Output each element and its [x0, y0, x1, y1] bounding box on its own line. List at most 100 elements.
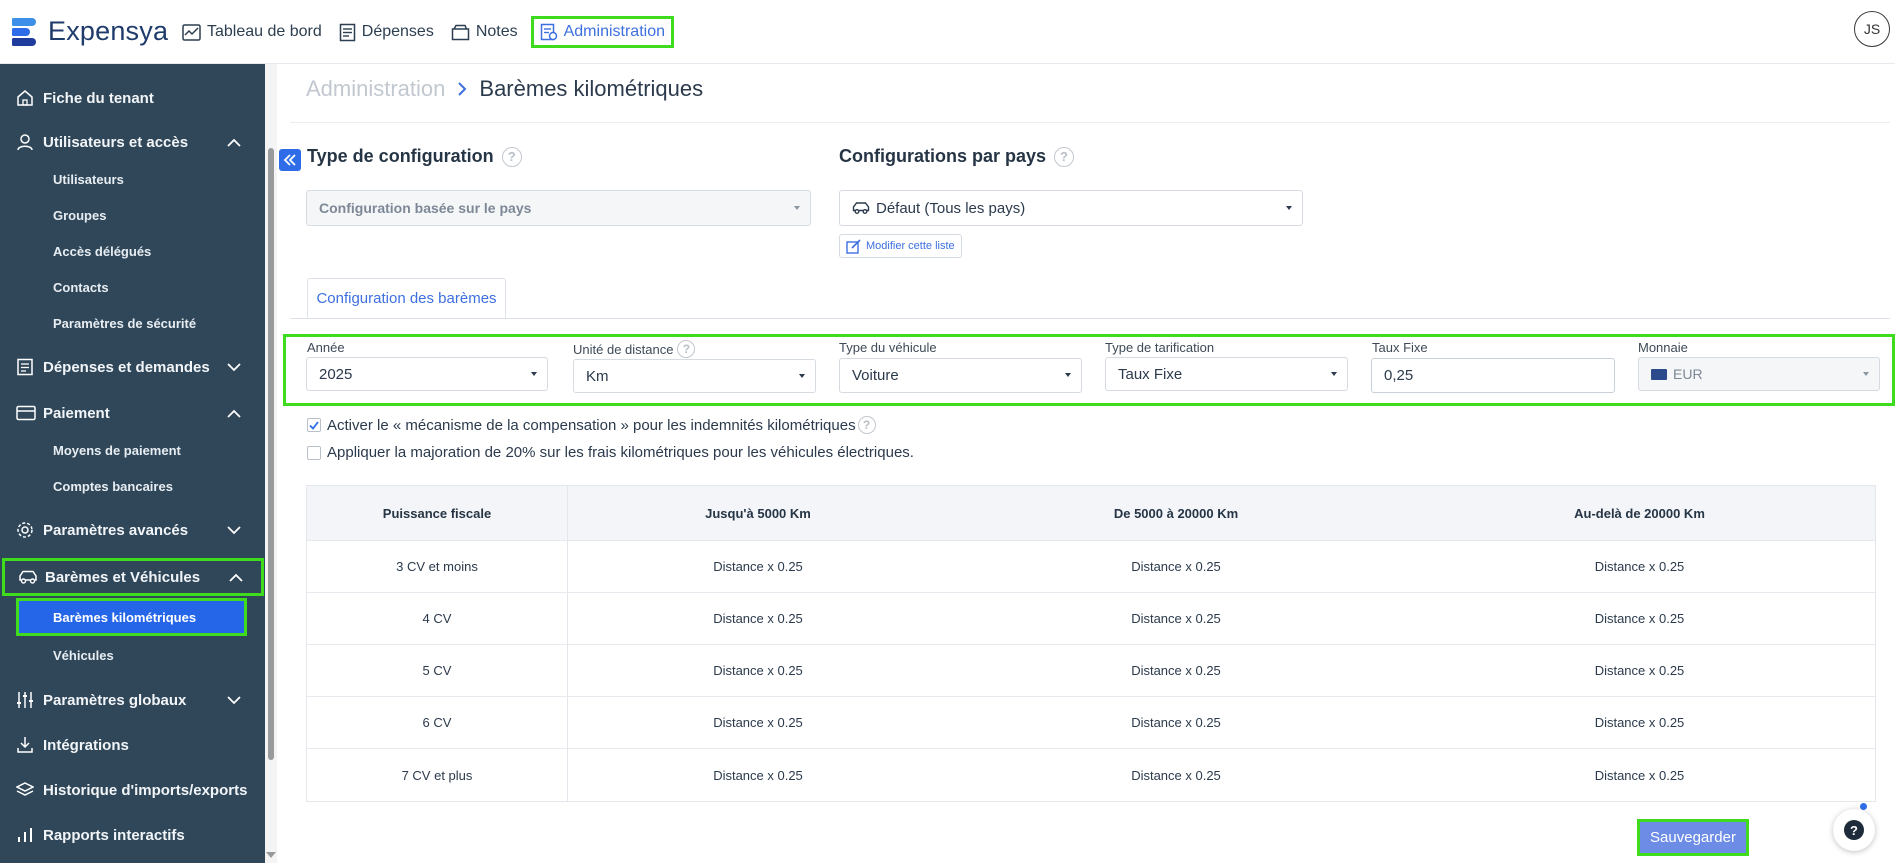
sidebar-item-label: Utilisateurs et accès — [43, 133, 189, 151]
save-button[interactable]: Sauvegarder — [1637, 819, 1749, 856]
table-cell[interactable]: Distance x 0.25 — [568, 541, 948, 592]
table-row[interactable]: 5 CV Distance x 0.25 Distance x 0.25 Dis… — [307, 645, 1875, 697]
country-config-select[interactable]: Défaut (Tous les pays) — [839, 190, 1303, 226]
table-cell: 5 CV — [307, 645, 568, 696]
help-icon[interactable]: ? — [501, 146, 522, 167]
electric-markup-checkbox[interactable] — [307, 445, 321, 460]
help-icon[interactable]: ? — [1054, 146, 1075, 167]
sidebar-subitem-payment-methods[interactable]: Moyens de paiement — [53, 443, 181, 458]
caret-down-icon — [1863, 372, 1869, 376]
tab-rates-configuration[interactable]: Configuration des barèmes — [307, 278, 506, 318]
sidebar-subitem-delegated-access[interactable]: Accès délégués — [53, 244, 151, 259]
sidebar-subitem-mileage-rates[interactable]: Barèmes kilométriques — [16, 598, 247, 636]
breadcrumb-parent[interactable]: Administration — [306, 76, 445, 102]
pricing-type-select[interactable]: Taux Fixe — [1105, 357, 1348, 391]
top-nav: Tableau de bord Dépenses Notes Administr… — [178, 16, 683, 48]
config-type-title: Type de configuration ? — [307, 146, 522, 167]
app-logo[interactable]: Expensya — [12, 14, 168, 48]
nav-dashboard[interactable]: Tableau de bord — [178, 16, 326, 48]
nav-expenses[interactable]: Dépenses — [335, 16, 438, 48]
table-cell[interactable]: Distance x 0.25 — [568, 645, 948, 696]
sidebar-scrollbar-thumb[interactable] — [268, 148, 274, 760]
currency-select[interactable]: EUR — [1638, 357, 1880, 391]
table-cell[interactable]: Distance x 0.25 — [948, 697, 1404, 748]
help-button[interactable]: ? — [1833, 809, 1875, 851]
nav-administration-label: Administration — [563, 23, 665, 40]
vehicle-type-value: Voiture — [852, 367, 899, 384]
chevron-right-icon — [458, 82, 467, 96]
mileage-rates-table: Puissance fiscale Jusqu'à 5000 Km De 500… — [306, 485, 1876, 802]
table-header-row: Puissance fiscale Jusqu'à 5000 Km De 500… — [307, 486, 1875, 541]
table-cell[interactable]: Distance x 0.25 — [948, 541, 1404, 592]
sidebar-item-global-settings[interactable]: Paramètres globaux — [0, 682, 265, 718]
table-row[interactable]: 3 CV et moins Distance x 0.25 Distance x… — [307, 541, 1875, 593]
notification-dot — [1860, 803, 1867, 810]
help-icon[interactable]: ? — [677, 340, 696, 358]
sliders-icon — [17, 692, 33, 708]
fixed-rate-input[interactable]: 0,25 — [1371, 358, 1615, 393]
modify-list-label: Modifier cette liste — [866, 240, 955, 252]
sidebar-item-label: Dépenses et demandes — [43, 358, 210, 376]
sidebar-item-rates-vehicles[interactable]: Barèmes et Véhicules — [2, 558, 264, 596]
table-cell[interactable]: Distance x 0.25 — [1404, 645, 1875, 696]
download-icon — [17, 737, 33, 753]
home-icon — [17, 90, 33, 106]
pricing-type-value: Taux Fixe — [1118, 365, 1183, 383]
nav-notes[interactable]: Notes — [447, 16, 522, 48]
sidebar-subitem-bank-accounts[interactable]: Comptes bancaires — [53, 479, 173, 494]
table-cell[interactable]: Distance x 0.25 — [948, 645, 1404, 696]
distance-unit-select[interactable]: Km — [573, 359, 816, 393]
vehicle-type-select[interactable]: Voiture — [839, 358, 1082, 393]
modify-list-button[interactable]: Modifier cette liste — [839, 234, 962, 258]
table-cell: 3 CV et moins — [307, 541, 568, 592]
sidebar-item-tenant[interactable]: Fiche du tenant — [0, 80, 265, 116]
caret-down-icon — [1331, 372, 1337, 376]
table-row[interactable]: 7 CV et plus Distance x 0.25 Distance x … — [307, 749, 1875, 801]
logo-mark-icon — [12, 14, 40, 48]
year-select[interactable]: 2025 — [306, 357, 548, 391]
sidebar-subitem-vehicles[interactable]: Véhicules — [53, 648, 114, 663]
sidebar-item-integrations[interactable]: Intégrations — [0, 727, 265, 763]
layers-icon — [16, 782, 34, 796]
sidebar-subitem-security[interactable]: Paramètres de sécurité — [53, 316, 196, 331]
compensation-checkbox[interactable] — [307, 418, 321, 432]
table-cell[interactable]: Distance x 0.25 — [1404, 541, 1875, 592]
table-header-cell: Au-delà de 20000 Km — [1574, 505, 1705, 521]
distance-unit-value: Km — [586, 367, 609, 385]
header-divider — [290, 122, 1890, 123]
nav-administration[interactable]: Administration — [530, 16, 674, 48]
table-cell[interactable]: Distance x 0.25 — [948, 593, 1404, 644]
table-cell[interactable]: Distance x 0.25 — [568, 749, 948, 801]
sidebar-subitem-users[interactable]: Utilisateurs — [53, 172, 124, 187]
table-row[interactable]: 4 CV Distance x 0.25 Distance x 0.25 Dis… — [307, 593, 1875, 645]
table-cell[interactable]: Distance x 0.25 — [1404, 749, 1875, 801]
sidebar-item-label: Paramètres avancés — [43, 521, 189, 539]
collapse-panel-button[interactable] — [279, 149, 301, 171]
sidebar-item-payment[interactable]: Paiement — [0, 395, 265, 431]
sidebar-item-import-export-history[interactable]: Historique d'imports/exports — [0, 772, 265, 808]
sidebar-item-expenses-requests[interactable]: Dépenses et demandes — [0, 349, 265, 385]
sidebar-item-advanced-settings[interactable]: Paramètres avancés — [0, 512, 265, 548]
table-row[interactable]: 6 CV Distance x 0.25 Distance x 0.25 Dis… — [307, 697, 1875, 749]
sidebar-item-users-access[interactable]: Utilisateurs et accès — [0, 124, 265, 160]
table-cell[interactable]: Distance x 0.25 — [1404, 697, 1875, 748]
scroll-down-arrow-icon[interactable] — [266, 852, 276, 858]
config-type-title-text: Type de configuration — [307, 146, 494, 166]
table-cell[interactable]: Distance x 0.25 — [948, 749, 1404, 801]
dashboard-icon — [182, 23, 201, 41]
help-icon[interactable]: ? — [857, 416, 876, 434]
config-type-select[interactable]: Configuration basée sur le pays — [306, 190, 811, 226]
receipt-icon — [17, 358, 33, 376]
table-cell[interactable]: Distance x 0.25 — [568, 697, 948, 748]
sidebar-subitem-groups[interactable]: Groupes — [53, 208, 106, 223]
tab-divider — [290, 318, 1890, 319]
table-cell[interactable]: Distance x 0.25 — [1404, 593, 1875, 644]
sidebar-subitem-contacts[interactable]: Contacts — [53, 280, 109, 295]
edit-icon — [846, 238, 861, 254]
user-avatar[interactable]: JS — [1854, 11, 1890, 47]
sidebar-item-interactive-reports[interactable]: Rapports interactifs — [0, 817, 265, 853]
admin-icon — [540, 23, 557, 41]
eu-flag-icon — [1651, 368, 1667, 380]
table-cell[interactable]: Distance x 0.25 — [568, 593, 948, 644]
sidebar-item-label: Rapports interactifs — [43, 826, 185, 844]
